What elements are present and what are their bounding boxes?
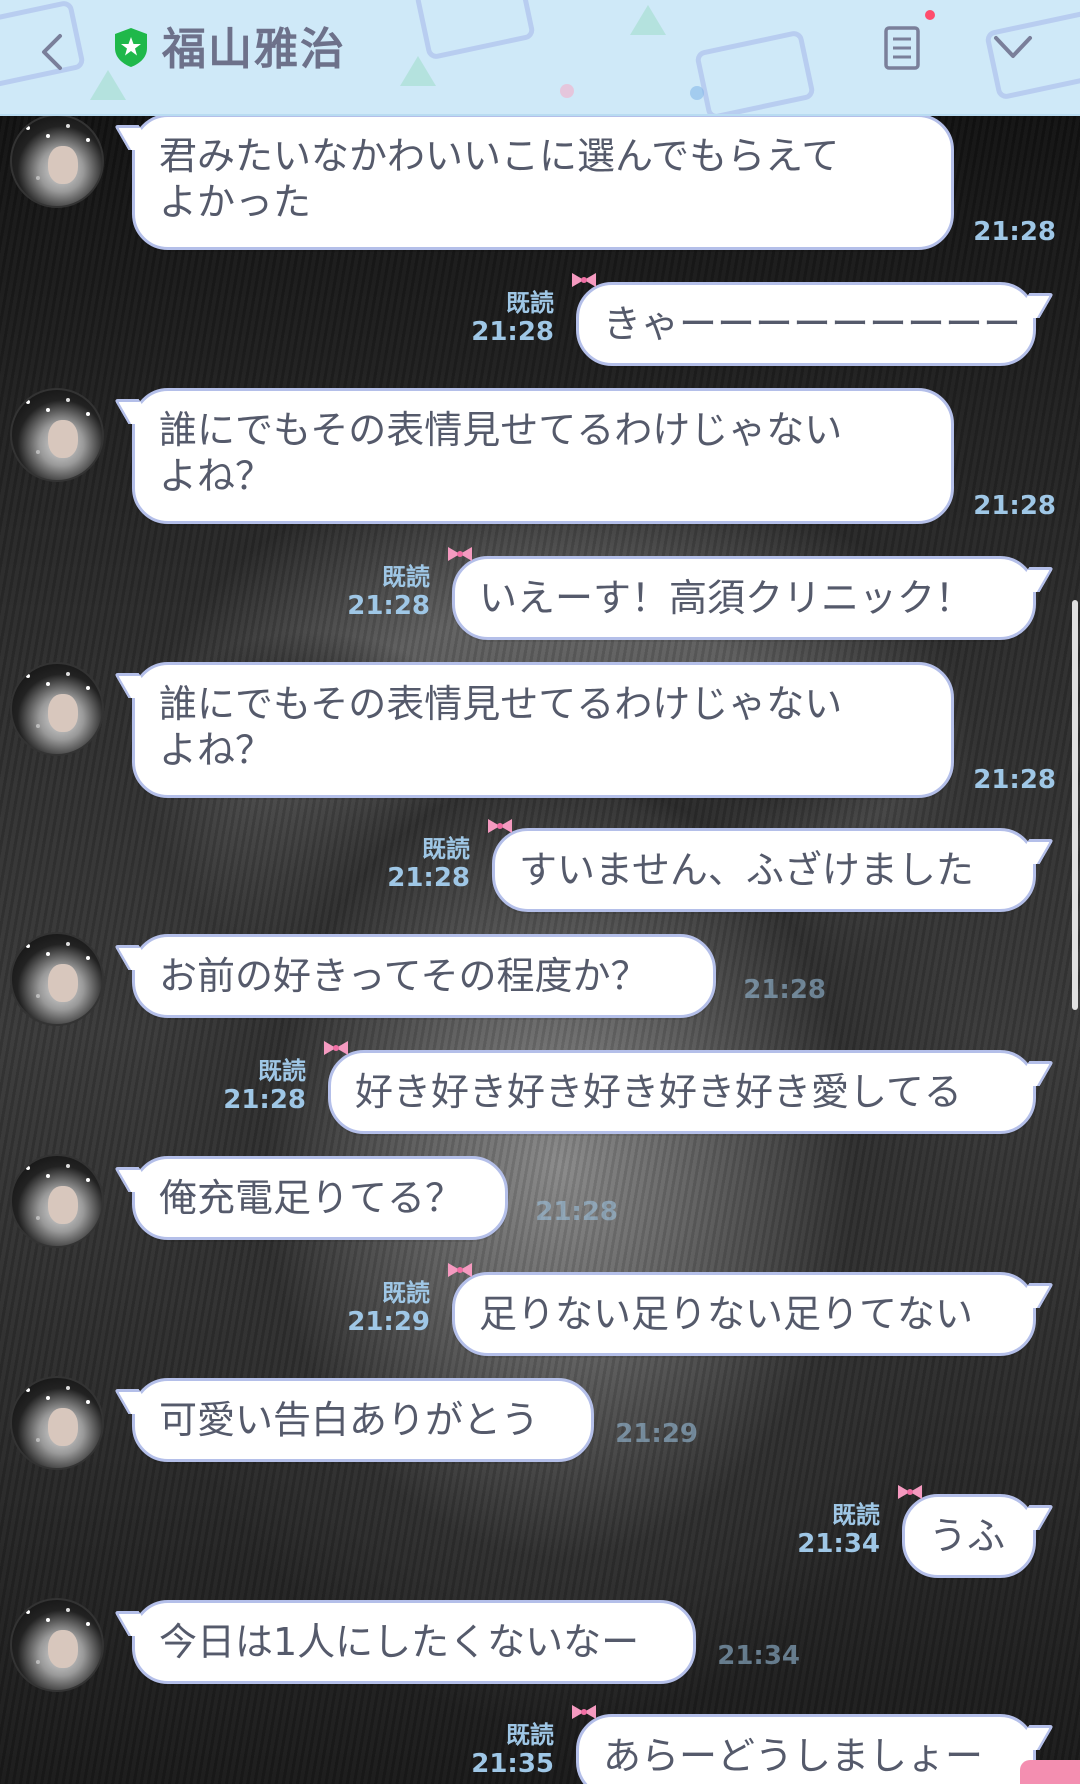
dot-decoration — [690, 86, 704, 100]
dot-decoration — [560, 84, 574, 98]
message-time: 21:28 — [973, 491, 1056, 521]
message-text-line: よね？ — [159, 454, 274, 498]
message-bubble[interactable]: うふ — [898, 1485, 1036, 1578]
message-text-line: 君みたいなかわいいこに選んでもらえて — [159, 134, 840, 178]
message-bubble[interactable]: いえーす！高須クリニック！ — [448, 547, 1036, 640]
read-receipt: 既読 — [382, 563, 430, 591]
message-time: 21:28 — [387, 863, 470, 893]
message-time: 21:28 — [743, 975, 826, 1005]
message-bubble[interactable]: 君みたいなかわいいこに選んでもらえて よかった — [132, 116, 954, 250]
message-time: 21:34 — [797, 1529, 880, 1559]
pink-bow-icon — [572, 1705, 596, 1719]
message-bubble[interactable]: 俺充電足りてる？ — [132, 1156, 508, 1240]
shield-star-icon — [115, 28, 147, 67]
scrollbar[interactable] — [1072, 600, 1078, 1010]
message-bubble[interactable]: 足りない足りない足りてない — [448, 1263, 1036, 1356]
message-bubble[interactable]: 好き好き好き好き好き好き愛してる — [324, 1041, 1036, 1134]
message-text-line: よね？ — [159, 728, 274, 772]
triangle-decoration — [90, 70, 126, 100]
read-receipt: 既読 — [832, 1501, 880, 1529]
chat-title: 福山雅治 — [162, 24, 346, 75]
message-text-line: 誰にでもその表情見せてるわけじゃない — [159, 682, 843, 726]
message-text-line: よかった — [159, 180, 312, 224]
chevron-down-icon[interactable] — [990, 30, 1036, 66]
message-text-line: 誰にでもその表情見せてるわけじゃない — [159, 408, 843, 452]
message-bubble[interactable]: 可愛い告白ありがとう — [132, 1378, 594, 1462]
message-time: 21:34 — [717, 1641, 800, 1671]
message-bubble[interactable]: お前の好きってその程度か？ — [132, 934, 716, 1018]
read-receipt: 既読 — [382, 1279, 430, 1307]
message-list[interactable]: 君みたいなかわいいこに選んでもらえて よかった 21:28 既読 21:28 き… — [0, 116, 1080, 1784]
message-text-line: あらーどうしましょー — [603, 1734, 984, 1778]
triangle-decoration — [630, 5, 666, 35]
message-time: 21:28 — [223, 1085, 306, 1115]
avatar[interactable] — [10, 662, 104, 756]
message-bubble[interactable]: きゃーーーーーーーーー — [572, 273, 1036, 366]
back-button[interactable] — [30, 22, 76, 82]
corner-tab — [1020, 1760, 1080, 1784]
chevron-left-icon — [42, 34, 62, 70]
cassette-decoration — [413, 0, 537, 61]
avatar[interactable] — [10, 932, 104, 1026]
cassette-decoration — [693, 29, 817, 114]
avatar[interactable] — [10, 1598, 104, 1692]
message-text-line: お前の好きってその程度か？ — [159, 954, 649, 998]
message-text-line: すいません、ふざけました — [519, 848, 974, 892]
message-bubble[interactable]: あらーどうしましょー — [572, 1705, 1036, 1784]
avatar[interactable] — [10, 1154, 104, 1248]
read-receipt: 既読 — [258, 1057, 306, 1085]
message-text-line: 足りない足りない足りてない — [479, 1292, 974, 1336]
note-list-icon[interactable] — [880, 24, 924, 72]
read-receipt: 既読 — [506, 1721, 554, 1749]
pink-bow-icon — [448, 1263, 472, 1277]
message-time: 21:35 — [471, 1749, 554, 1779]
message-text-line: 今日は1人にしたくないなー — [159, 1620, 640, 1664]
message-text-line: 好き好き好き好き好き好き愛してる — [355, 1070, 962, 1114]
pink-bow-icon — [448, 547, 472, 561]
message-text-line: うふ — [929, 1514, 1006, 1558]
message-time: 21:28 — [471, 317, 554, 347]
message-bubble[interactable]: 誰にでもその表情見せてるわけじゃない よね？ — [132, 662, 954, 798]
message-text-line: いえーす！高須クリニック！ — [479, 576, 974, 620]
read-receipt: 既読 — [506, 289, 554, 317]
pink-bow-icon — [572, 273, 596, 287]
message-time: 21:28 — [973, 765, 1056, 795]
avatar[interactable] — [10, 116, 104, 208]
avatar[interactable] — [10, 388, 104, 482]
message-time: 21:29 — [347, 1307, 430, 1337]
triangle-decoration — [400, 56, 436, 86]
message-bubble[interactable]: すいません、ふざけました — [488, 819, 1036, 912]
avatar[interactable] — [10, 1376, 104, 1470]
notification-dot — [925, 10, 935, 20]
pink-bow-icon — [324, 1041, 348, 1055]
message-time: 21:29 — [615, 1419, 698, 1449]
message-time: 21:28 — [535, 1197, 618, 1227]
pink-bow-icon — [488, 819, 512, 833]
pink-bow-icon — [898, 1485, 922, 1499]
chat-header: 福山雅治 — [0, 0, 1080, 116]
message-bubble[interactable]: 誰にでもその表情見せてるわけじゃない よね？ — [132, 388, 954, 524]
message-text-line: 可愛い告白ありがとう — [159, 1398, 540, 1442]
read-receipt: 既読 — [422, 835, 470, 863]
message-text-line: 俺充電足りてる？ — [159, 1176, 464, 1220]
message-text-line: きゃーーーーーーーーー — [603, 302, 1022, 346]
message-bubble[interactable]: 今日は1人にしたくないなー — [132, 1600, 696, 1684]
message-time: 21:28 — [973, 217, 1056, 247]
message-time: 21:28 — [347, 591, 430, 621]
